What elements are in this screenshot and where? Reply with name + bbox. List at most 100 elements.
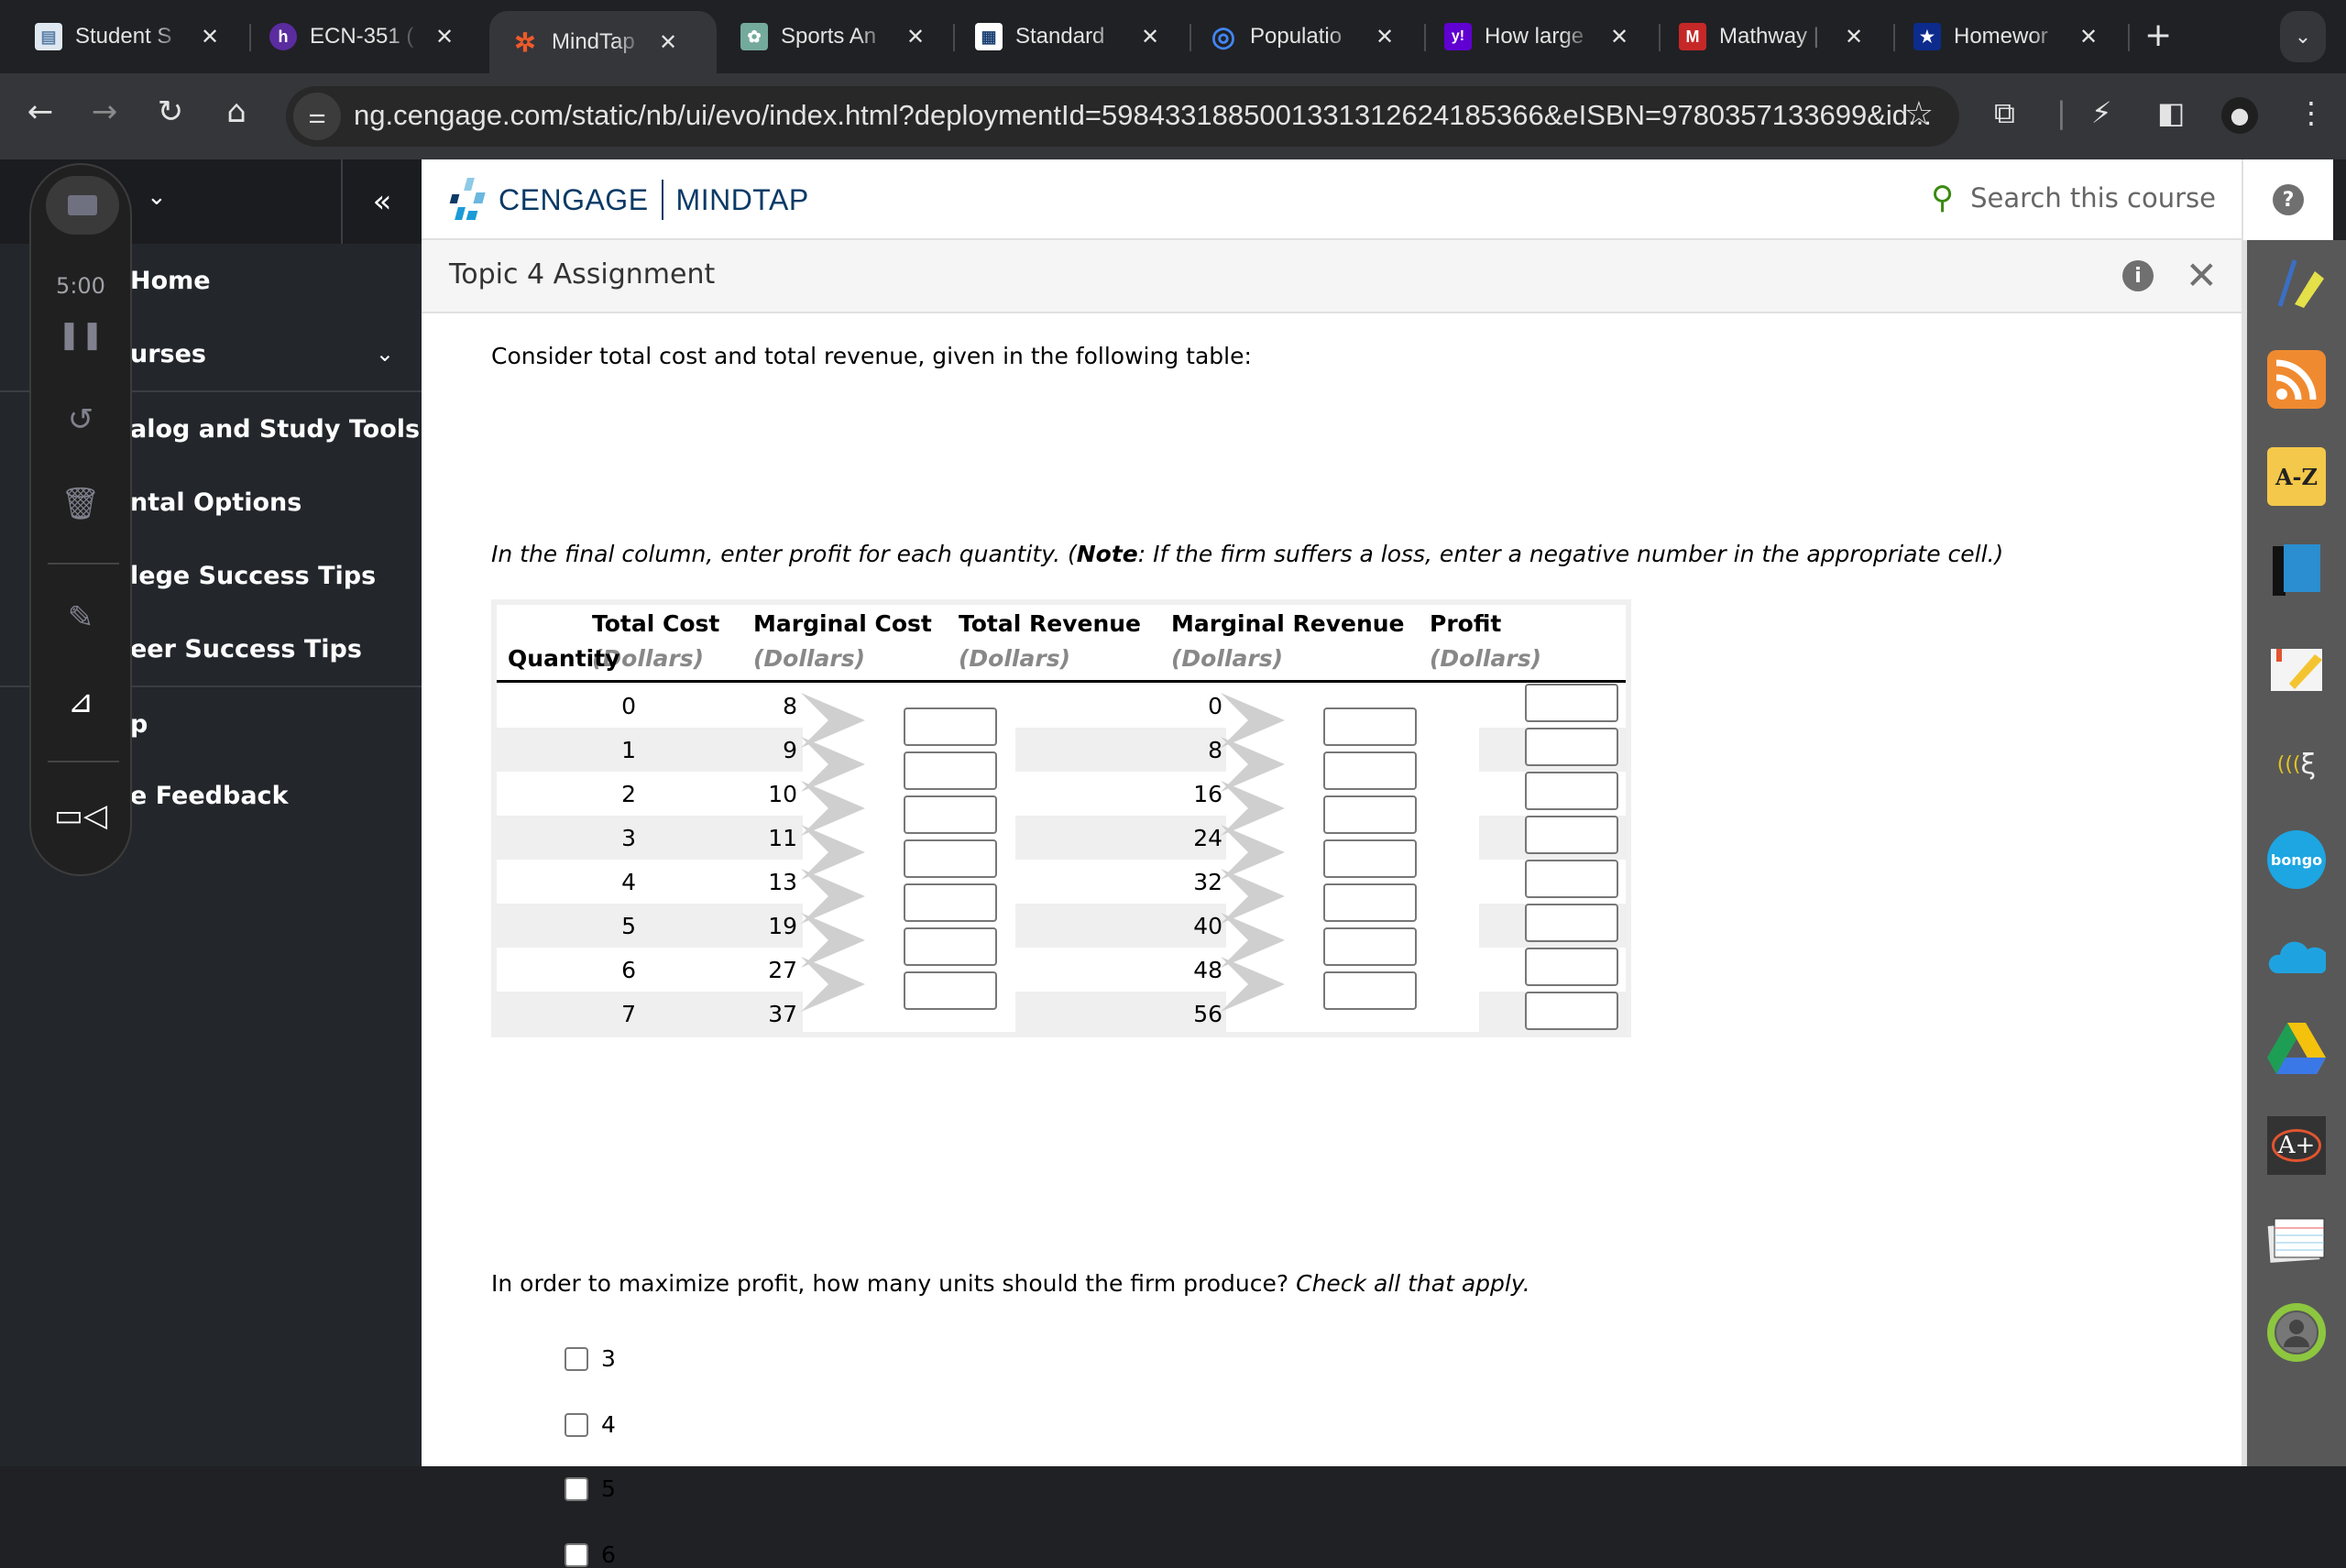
close-tab-icon[interactable]: ✕: [2075, 24, 2102, 50]
option-checkbox[interactable]: 4: [565, 1411, 616, 1438]
notes-highlight-icon[interactable]: [2267, 638, 2326, 696]
profit-input[interactable]: [1525, 684, 1618, 722]
app-header: CENGAGE MINDTAP ⚲ Search this course: [422, 159, 2254, 240]
chevron-down-icon[interactable]: ⌄: [147, 183, 167, 211]
checkbox[interactable]: [565, 1476, 588, 1501]
cell-total-revenue: 8: [1208, 737, 1222, 763]
restart-icon[interactable]: ↺: [31, 401, 130, 438]
checkbox[interactable]: [565, 1346, 588, 1371]
mindtap-icon: ✲: [514, 27, 536, 57]
aplus-grade-icon[interactable]: A+: [2267, 1116, 2326, 1175]
extensions-icon[interactable]: ⧉: [1994, 95, 2015, 131]
flashcards-icon[interactable]: [2267, 1212, 2326, 1270]
side-panel-icon[interactable]: ◧: [2157, 95, 2185, 130]
marginal-revenue-input[interactable]: [1323, 751, 1417, 790]
header-profit: Profit: [1430, 610, 1502, 637]
marginal-cost-input[interactable]: [904, 883, 997, 922]
profit-input[interactable]: [1525, 816, 1618, 854]
close-tab-icon[interactable]: ✕: [1840, 24, 1868, 50]
site-settings-icon[interactable]: ⚌: [293, 93, 341, 140]
marginal-revenue-input[interactable]: [1323, 971, 1417, 1010]
tab-ecn351[interactable]: h ECN-351 ( ✕: [247, 11, 458, 62]
checkbox[interactable]: [565, 1412, 588, 1437]
marginal-cost-input[interactable]: [904, 839, 997, 878]
pencil-icon[interactable]: ✎: [31, 599, 130, 636]
onedrive-icon[interactable]: [2267, 927, 2326, 986]
stop-recording-button[interactable]: [46, 176, 119, 235]
close-tab-icon[interactable]: ✕: [902, 24, 929, 50]
marginal-cost-input[interactable]: [904, 795, 997, 834]
readspeaker-icon[interactable]: (((ξ: [2267, 735, 2326, 794]
address-bar[interactable]: ⚌ ng.cengage.com/static/nb/ui/evo/index.…: [286, 86, 1959, 147]
profit-input[interactable]: [1525, 948, 1618, 986]
close-tab-icon[interactable]: ✕: [654, 29, 682, 56]
performance-icon[interactable]: ⚡: [2091, 95, 2111, 130]
marginal-revenue-input[interactable]: [1323, 839, 1417, 878]
home-button[interactable]: ⌂: [214, 93, 258, 130]
question-instruction: In the final column, enter profit for ea…: [491, 541, 2003, 567]
cell-total-cost: 9: [783, 737, 797, 763]
glossary-az-icon[interactable]: A-Z: [2267, 447, 2326, 506]
confetti-effects-icon[interactable]: ⊿: [31, 684, 130, 720]
search-placeholder[interactable]: Search this course: [1970, 182, 2216, 214]
bongo-icon[interactable]: bongo: [2267, 830, 2326, 889]
marginal-revenue-input[interactable]: [1323, 707, 1417, 746]
tab-mathway[interactable]: M Mathway | ✕: [1657, 11, 1868, 62]
pause-icon[interactable]: ❚❚: [31, 319, 130, 351]
collapse-sidebar-button[interactable]: «: [341, 159, 422, 244]
reload-button[interactable]: ↻: [148, 93, 192, 130]
profit-input[interactable]: [1525, 860, 1618, 898]
marginal-cost-input[interactable]: [904, 971, 997, 1010]
tab-mindtap[interactable]: ✲ MindTap - ✕: [489, 11, 717, 73]
marginal-cost-input[interactable]: [904, 751, 997, 790]
tab-title: Standard: [1015, 24, 1105, 49]
profit-input[interactable]: [1525, 728, 1618, 766]
close-tab-icon[interactable]: ✕: [196, 24, 224, 50]
ebook-icon[interactable]: [2267, 541, 2326, 599]
marginal-cost-input[interactable]: [904, 927, 997, 966]
tab-how-large[interactable]: y! How large ✕: [1422, 11, 1633, 62]
info-button[interactable]: i: [2122, 260, 2154, 291]
trash-icon[interactable]: 🗑: [31, 486, 130, 522]
tab-population[interactable]: ◎ Populatio ✕: [1188, 11, 1398, 62]
tab-sports[interactable]: ✿ Sports An ✕: [718, 11, 929, 62]
marginal-revenue-input[interactable]: [1323, 927, 1417, 966]
camera-icon[interactable]: ▭◁: [31, 797, 130, 834]
close-tab-icon[interactable]: ✕: [431, 24, 458, 50]
close-assignment-icon[interactable]: ✕: [2186, 253, 2218, 298]
close-tab-icon[interactable]: ✕: [1371, 24, 1398, 50]
help-button[interactable]: ?: [2242, 159, 2333, 240]
new-tab-button[interactable]: +: [2144, 16, 2172, 54]
progress-avatar-icon[interactable]: [2267, 1303, 2326, 1362]
tab-standard[interactable]: ▦ Standard ✕: [953, 11, 1164, 62]
profit-input[interactable]: [1525, 992, 1618, 1030]
tab-search-button[interactable]: ⌄: [2280, 11, 2326, 62]
profile-avatar-icon[interactable]: ●: [2221, 97, 2258, 134]
close-tab-icon[interactable]: ✕: [1136, 24, 1164, 50]
profit-input[interactable]: [1525, 904, 1618, 942]
option-checkbox[interactable]: 6: [565, 1541, 616, 1568]
tab-title: MindTap -: [552, 29, 643, 54]
calculator-icon: ▦: [975, 23, 1003, 50]
marginal-cost-input[interactable]: [904, 707, 997, 746]
more-menu-icon[interactable]: ⋮: [2297, 95, 2326, 130]
cell-total-revenue: 32: [1193, 869, 1222, 895]
course-search[interactable]: ⚲ Search this course: [1931, 180, 2216, 216]
checkbox[interactable]: [565, 1542, 588, 1567]
rss-feed-icon[interactable]: [2267, 350, 2326, 409]
forward-button[interactable]: →: [82, 93, 126, 130]
back-button[interactable]: ←: [18, 93, 62, 130]
highlighter-pen-icon[interactable]: [2267, 253, 2326, 312]
option-checkbox[interactable]: 5: [565, 1475, 616, 1502]
profit-input[interactable]: [1525, 772, 1618, 810]
tab-student[interactable]: ▤ Student S ✕: [13, 11, 224, 62]
close-tab-icon[interactable]: ✕: [1606, 24, 1633, 50]
url-text[interactable]: ng.cengage.com/static/nb/ui/evo/index.ht…: [354, 99, 1932, 132]
cengage-mindtap-logo[interactable]: CENGAGE MINDTAP: [447, 178, 809, 222]
bookmark-star-icon[interactable]: ☆: [1904, 95, 1934, 133]
marginal-revenue-input[interactable]: [1323, 883, 1417, 922]
tab-homework[interactable]: ★ Homewor ✕: [1891, 11, 2102, 62]
marginal-revenue-input[interactable]: [1323, 795, 1417, 834]
google-drive-icon[interactable]: [2267, 1019, 2326, 1078]
option-checkbox[interactable]: 3: [565, 1345, 616, 1372]
